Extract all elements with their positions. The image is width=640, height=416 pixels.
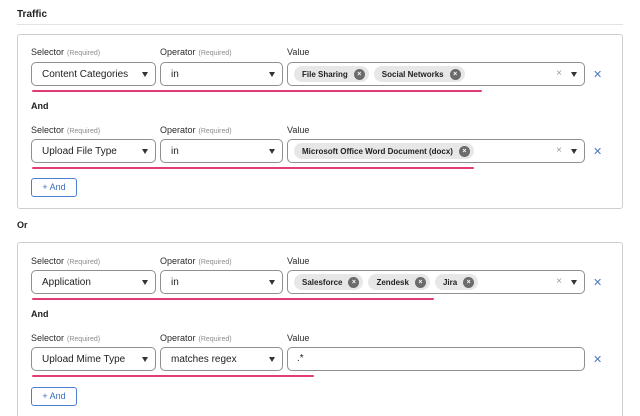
highlight-underline <box>32 375 314 377</box>
operator-label: Operator (Required) <box>160 256 232 266</box>
value-multiselect[interactable]: Microsoft Office Word Document (docx) × × <box>287 139 585 163</box>
value-label: Value <box>287 125 310 135</box>
value-multiselect[interactable]: File Sharing × Social Networks × × <box>287 62 585 86</box>
chevron-down-icon[interactable] <box>571 72 577 77</box>
selector-dropdown[interactable]: Application <box>31 270 156 294</box>
add-and-button[interactable]: + And <box>31 387 77 406</box>
highlight-underline <box>32 167 474 169</box>
selector-dropdown[interactable]: Upload File Type <box>31 139 156 163</box>
value-label: Value <box>287 256 310 266</box>
chevron-down-icon <box>142 72 148 77</box>
chevron-down-icon <box>269 357 275 362</box>
chip-remove-icon[interactable]: × <box>348 276 360 288</box>
selector-label: Selector (Required) <box>31 333 101 343</box>
chip-remove-icon[interactable]: × <box>463 276 475 288</box>
value-chip: Microsoft Office Word Document (docx) × <box>294 143 474 159</box>
value-chip: Zendesk × <box>368 274 430 290</box>
remove-row-icon[interactable]: ✕ <box>593 68 602 81</box>
operator-label: Operator (Required) <box>160 333 232 343</box>
chevron-down-icon[interactable] <box>571 280 577 285</box>
value-label: Value <box>287 47 310 57</box>
remove-row-icon[interactable]: ✕ <box>593 145 602 158</box>
chip-remove-icon[interactable]: × <box>449 68 461 80</box>
operator-dropdown[interactable]: matches regex <box>160 347 283 371</box>
operator-dropdown[interactable]: in <box>160 139 283 163</box>
chevron-down-icon <box>142 149 148 154</box>
highlight-underline <box>32 298 434 300</box>
value-multiselect[interactable]: Salesforce × Zendesk × Jira × × <box>287 270 585 294</box>
section-divider <box>17 24 623 25</box>
operator-dropdown[interactable]: in <box>160 62 283 86</box>
chip-remove-icon[interactable]: × <box>414 276 426 288</box>
chip-remove-icon[interactable]: × <box>458 145 470 157</box>
condition-group-2: Selector (Required) Operator (Required) Va… <box>17 242 623 416</box>
operator-label: Operator (Required) <box>160 47 232 57</box>
highlight-underline <box>32 90 482 92</box>
selector-label: Selector (Required) <box>31 125 101 135</box>
operator-label: Operator (Required) <box>160 125 232 135</box>
condition-group-1: Selector (Required) Operator (Required) Va… <box>17 34 623 209</box>
chevron-down-icon <box>269 149 275 154</box>
value-chip: Salesforce × <box>294 274 364 290</box>
and-label: And <box>31 309 49 319</box>
chevron-down-icon[interactable] <box>571 149 577 154</box>
value-label: Value <box>287 333 310 343</box>
operator-dropdown[interactable]: in <box>160 270 283 294</box>
clear-icon[interactable]: × <box>556 145 562 156</box>
remove-row-icon[interactable]: ✕ <box>593 353 602 366</box>
chevron-down-icon <box>142 357 148 362</box>
chip-remove-icon[interactable]: × <box>353 68 365 80</box>
selector-dropdown[interactable]: Upload Mime Type <box>31 347 156 371</box>
clear-icon[interactable]: × <box>556 276 562 287</box>
value-chip: Jira × <box>434 274 479 290</box>
add-and-button[interactable]: + And <box>31 178 77 197</box>
selector-label: Selector (Required) <box>31 47 101 57</box>
and-label: And <box>31 101 49 111</box>
or-label: Or <box>17 220 28 230</box>
value-chip: File Sharing × <box>294 66 369 82</box>
chevron-down-icon <box>269 72 275 77</box>
chevron-down-icon <box>269 280 275 285</box>
chevron-down-icon <box>142 280 148 285</box>
value-text-input[interactable]: .* <box>287 347 585 371</box>
selector-dropdown[interactable]: Content Categories <box>31 62 156 86</box>
remove-row-icon[interactable]: ✕ <box>593 276 602 289</box>
selector-label: Selector (Required) <box>31 256 101 266</box>
value-chip: Social Networks × <box>373 66 465 82</box>
clear-icon[interactable]: × <box>556 68 562 79</box>
traffic-section-title: Traffic <box>17 9 48 20</box>
